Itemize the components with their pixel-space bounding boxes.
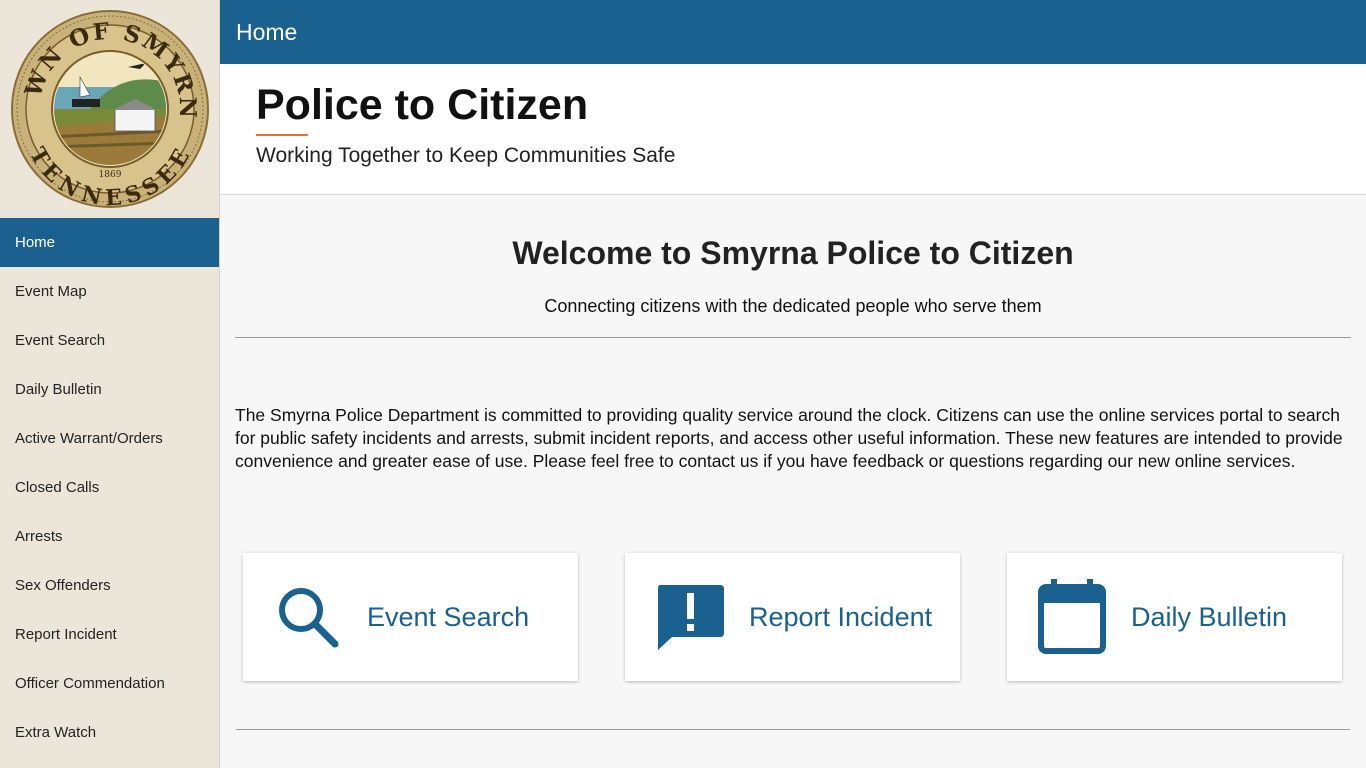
intro-paragraph: The Smyrna Police Department is committe…	[235, 405, 1343, 471]
report-incident-card[interactable]: Report Incident	[625, 553, 960, 681]
seal-icon: TOWN OF SMYRNA TENNESSEE 1869	[10, 9, 209, 209]
report-incident-card-label: Report Incident	[749, 601, 933, 632]
sidebar-item-active-warrant-orders[interactable]: Active Warrant/Orders	[0, 414, 219, 463]
sidebar-item-home[interactable]: Home	[0, 218, 219, 267]
sidebar-item-report-incident[interactable]: Report Incident	[0, 610, 219, 659]
top-bar-title: Home	[236, 18, 298, 45]
search-icon	[263, 572, 353, 662]
sidebar-nav: Home Event Map Event Search Daily Bullet…	[0, 218, 219, 757]
page-header: Police to Citizen Working Together to Ke…	[220, 64, 1366, 195]
sidebar-item-event-map[interactable]: Event Map	[0, 267, 219, 316]
report-incident-icon	[645, 572, 735, 662]
event-search-card-label: Event Search	[367, 601, 530, 632]
divider	[235, 337, 1351, 338]
page-title: Police to Citizen	[256, 81, 589, 129]
daily-bulletin-card[interactable]: Daily Bulletin	[1007, 553, 1342, 681]
sidebar-item-event-search[interactable]: Event Search	[0, 316, 219, 365]
daily-bulletin-card-label: Daily Bulletin	[1131, 601, 1288, 632]
quick-links: Event Search Report Incident Daily Bulle…	[243, 553, 1343, 683]
top-app-bar: Home	[220, 0, 1366, 64]
sidebar: TOWN OF SMYRNA TENNESSEE 1869 Home Event…	[0, 0, 220, 768]
calendar-icon	[1027, 572, 1117, 662]
town-seal-logo[interactable]: TOWN OF SMYRNA TENNESSEE 1869	[0, 0, 219, 218]
sidebar-item-closed-calls[interactable]: Closed Calls	[0, 463, 219, 512]
sidebar-item-officer-commendation[interactable]: Officer Commendation	[0, 659, 219, 708]
svg-text:1869: 1869	[98, 170, 121, 180]
sidebar-item-extra-watch[interactable]: Extra Watch	[0, 708, 219, 757]
welcome-tagline: Connecting citizens with the dedicated p…	[544, 296, 1042, 316]
main-content: Welcome to Smyrna Police to Citizen Conn…	[220, 195, 1366, 768]
divider-bottom	[236, 729, 1350, 730]
sidebar-item-arrests[interactable]: Arrests	[0, 512, 219, 561]
sidebar-item-sex-offenders[interactable]: Sex Offenders	[0, 561, 219, 610]
title-accent-underline	[256, 134, 308, 136]
sidebar-item-daily-bulletin[interactable]: Daily Bulletin	[0, 365, 219, 414]
welcome-heading: Welcome to Smyrna Police to Citizen	[512, 235, 1074, 271]
event-search-card[interactable]: Event Search	[243, 553, 578, 681]
page-subtitle: Working Together to Keep Communities Saf…	[256, 144, 676, 167]
